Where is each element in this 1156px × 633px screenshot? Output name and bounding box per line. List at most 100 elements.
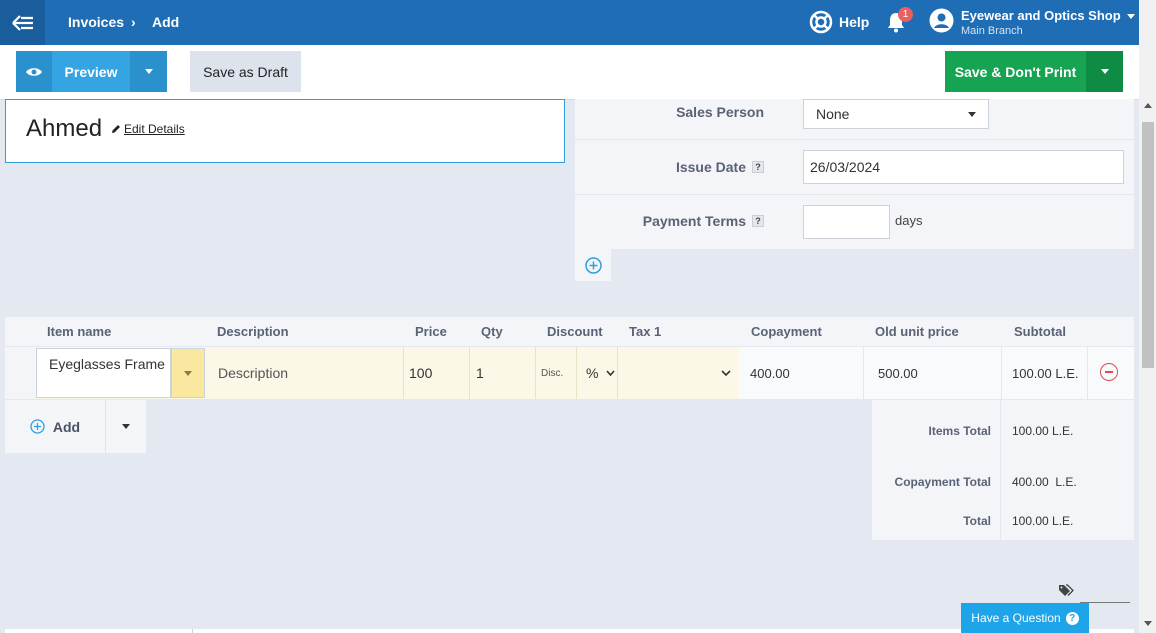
caret-down-icon — [1127, 14, 1136, 20]
save-draft-button[interactable]: Save as Draft — [190, 51, 301, 92]
total-label: Total — [963, 514, 991, 528]
account-menu[interactable]: Eyewear and Optics Shop Main Branch — [929, 8, 1136, 38]
save-button-group: Save & Don't Print — [945, 51, 1123, 92]
discount-input[interactable]: Disc. — [541, 347, 576, 399]
discount-type-select[interactable]: % — [580, 347, 618, 399]
total-value: 100.00 L.E. — [1012, 514, 1074, 528]
column-discount: Discount — [547, 324, 603, 339]
question-icon: ? — [1065, 611, 1079, 625]
tags-icon[interactable] — [1058, 584, 1074, 600]
top-bar: Invoices › Add Help 1 Eyewear and Optics… — [0, 0, 1139, 45]
sales-person-label: Sales Person — [676, 104, 764, 120]
column-old-unit-price: Old unit price — [875, 324, 959, 339]
sales-person-value: None — [816, 106, 850, 122]
copayment-total-value: 400.00 L.E. — [1012, 475, 1077, 489]
plus-circle-icon — [30, 419, 45, 434]
notes-tab-divider — [192, 629, 193, 633]
column-subtotal: Subtotal — [1014, 324, 1066, 339]
have-a-question-button[interactable]: Have a Question ? — [961, 603, 1089, 633]
column-divider — [576, 347, 577, 399]
notification-badge: 1 — [898, 7, 913, 22]
issue-date-row: Issue Date ? 26/03/2024 — [575, 140, 1134, 195]
preview-eye-button[interactable] — [16, 51, 52, 92]
account-branch: Main Branch — [961, 25, 1023, 37]
edit-details-label: Edit Details — [124, 122, 185, 136]
payment-terms-label-group: Payment Terms ? — [643, 213, 764, 229]
caret-down-icon — [968, 111, 976, 117]
save-dropdown-button[interactable] — [1086, 51, 1123, 92]
breadcrumb-invoices[interactable]: Invoices — [68, 14, 124, 30]
save-dont-print-button[interactable]: Save & Don't Print — [945, 51, 1086, 92]
item-dropdown-button[interactable] — [171, 348, 205, 398]
chevron-down-icon — [606, 370, 616, 376]
help-label: Help — [839, 14, 870, 30]
caret-down-icon — [144, 69, 153, 74]
row-subtotal: 100.00 L.E. — [1012, 365, 1079, 381]
scroll-up-arrow-icon[interactable] — [1144, 103, 1152, 108]
add-item-button[interactable]: Add — [5, 400, 106, 453]
issue-date-label: Issue Date — [675, 159, 746, 175]
preview-button[interactable]: Preview — [52, 51, 130, 92]
description-input[interactable]: Description — [218, 347, 403, 399]
column-qty: Qty — [481, 324, 503, 339]
tax-select[interactable] — [618, 347, 739, 399]
account-name: Eyewear and Optics Shop — [961, 8, 1121, 23]
add-item-dropdown-button[interactable] — [106, 400, 146, 453]
column-divider — [469, 347, 470, 399]
preview-button-group: Preview — [16, 51, 167, 92]
qty-input[interactable]: 1 — [476, 347, 536, 399]
item-name-select[interactable]: Eyeglasses Frame — [36, 348, 171, 398]
column-description: Description — [217, 324, 289, 339]
action-bar: Preview Save as Draft Save & Don't Print — [0, 45, 1139, 100]
preview-dropdown-button[interactable] — [130, 51, 167, 92]
caret-down-icon — [1100, 69, 1109, 74]
remove-row-icon[interactable] — [1100, 363, 1118, 381]
column-divider — [535, 347, 536, 399]
totals-divider — [1000, 400, 1001, 540]
price-input[interactable]: 100 — [409, 347, 469, 399]
plus-circle-icon — [584, 256, 602, 274]
client-name: Ahmed — [26, 115, 103, 142]
column-divider — [403, 347, 404, 399]
sales-person-row: Sales Person None — [575, 99, 1134, 140]
sales-person-select[interactable]: None — [803, 99, 989, 129]
caret-down-icon — [122, 424, 130, 429]
copayment-input[interactable]: 400.00 — [750, 347, 860, 399]
items-total-label: Items Total — [928, 424, 991, 438]
breadcrumb-separator: › — [131, 14, 136, 30]
scrollbar-thumb[interactable] — [1142, 122, 1154, 368]
user-avatar-icon — [929, 8, 954, 33]
caret-down-icon — [184, 370, 192, 376]
totals-panel: Items Total 100.00 L.E. Copayment Total … — [872, 400, 1134, 540]
discount-type-value: % — [586, 365, 599, 381]
column-price: Price — [415, 324, 447, 339]
column-copayment: Copayment — [751, 324, 822, 339]
payment-terms-input[interactable] — [803, 205, 890, 239]
lifebuoy-icon — [809, 10, 833, 34]
old-unit-price-input[interactable]: 500.00 — [878, 347, 988, 399]
scroll-down-arrow-icon[interactable] — [1144, 621, 1152, 626]
issue-date-input[interactable]: 26/03/2024 — [803, 150, 1124, 184]
eye-icon — [26, 67, 42, 76]
table-row: Eyeglasses Frame Description 100 1 Disc.… — [5, 347, 1134, 400]
add-item-button-group: Add — [5, 400, 146, 453]
payment-terms-row: Payment Terms ? — [575, 195, 1134, 249]
items-table-header: Item name Description Price Qty Discount… — [5, 317, 1134, 347]
edit-details-link[interactable]: Edit Details — [111, 122, 185, 136]
payment-terms-unit: days — [895, 213, 923, 228]
help-question-icon[interactable]: ? — [752, 215, 764, 227]
breadcrumb-add: Add — [152, 14, 180, 30]
chevron-down-icon — [721, 370, 731, 376]
help-question-icon[interactable]: ? — [752, 161, 764, 173]
items-total-value: 100.00 L.E. — [1012, 424, 1074, 438]
row-drag-handle[interactable] — [5, 347, 35, 399]
add-item-label: Add — [52, 418, 81, 435]
column-item-name: Item name — [47, 324, 112, 339]
help-button[interactable]: Help — [809, 10, 869, 34]
invoice-details-panel: Sales Person None Issue Date ? 26/03/202… — [575, 99, 1134, 249]
back-button[interactable] — [0, 0, 45, 45]
add-field-button[interactable] — [575, 249, 611, 281]
question-label: Have a Question — [971, 611, 1061, 625]
copayment-total-label: Copayment Total — [894, 475, 991, 489]
account-text: Eyewear and Optics Shop Main Branch — [961, 8, 1136, 38]
